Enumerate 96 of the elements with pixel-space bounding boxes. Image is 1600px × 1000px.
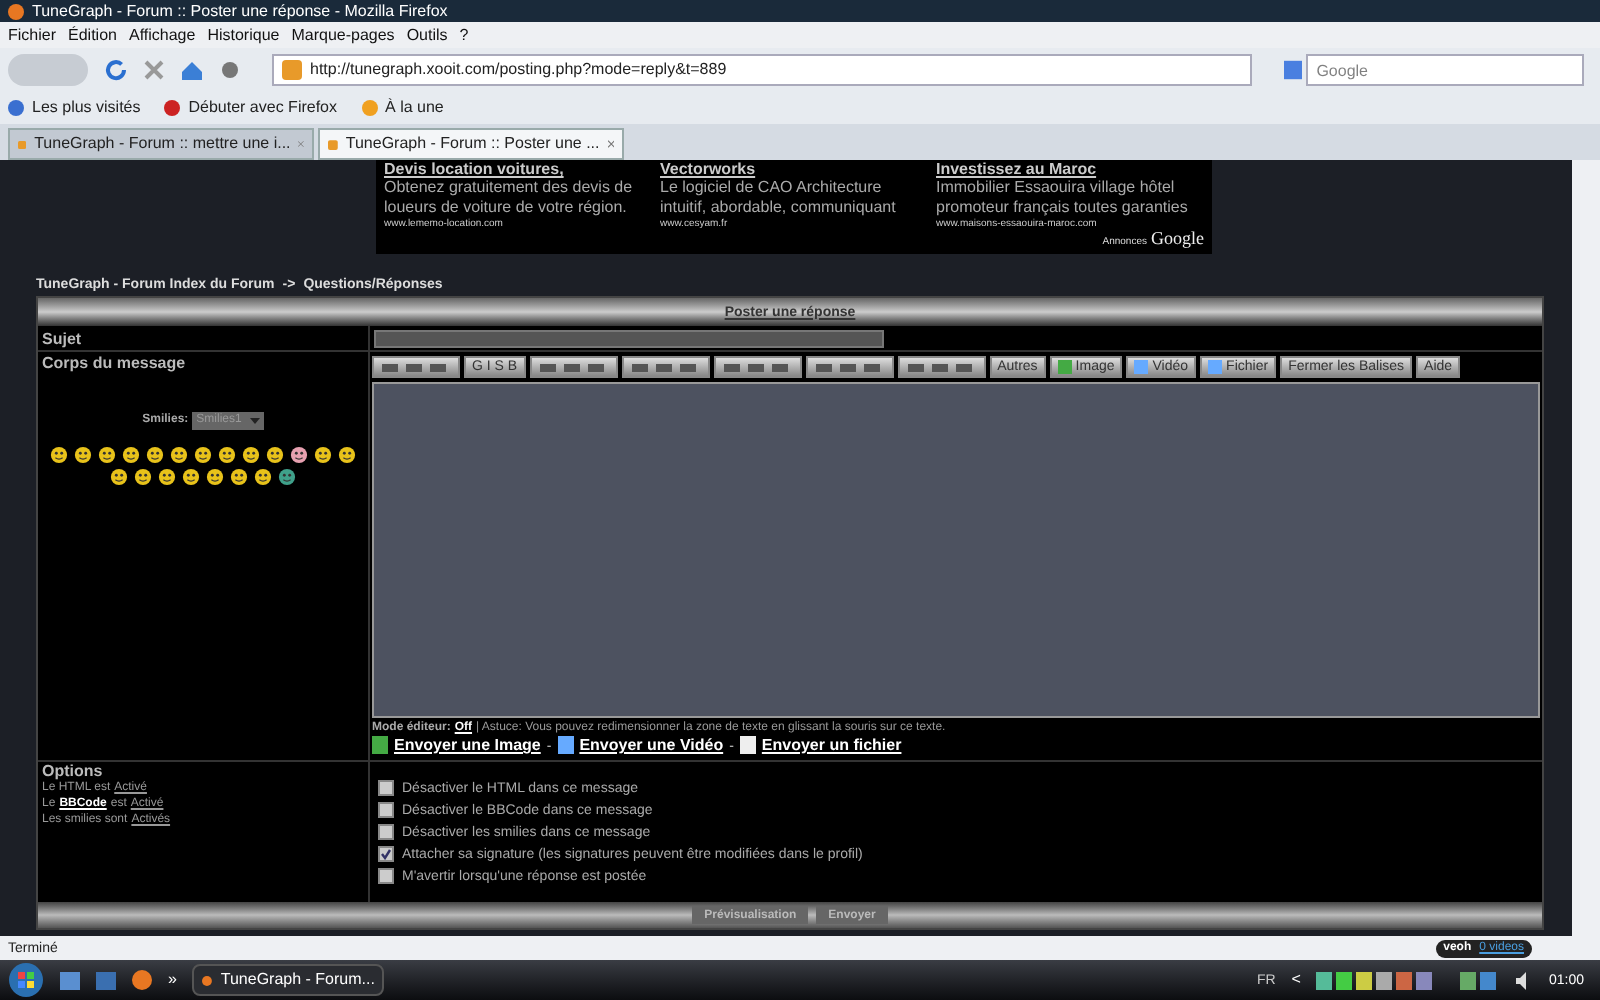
format-button[interactable] bbox=[372, 356, 460, 378]
format-icon bbox=[905, 361, 978, 373]
close-icon bbox=[298, 138, 304, 150]
menu-item[interactable]: Affichage bbox=[128, 27, 196, 43]
dropdown-caret-icon bbox=[249, 418, 260, 424]
ad-text: Immobilier Essaouira village hôtel promoteur français toutes garanties bbox=[936, 178, 1190, 218]
menu-item[interactable]: Historique bbox=[207, 27, 280, 43]
format-button[interactable] bbox=[897, 356, 986, 378]
more-button[interactable]: » bbox=[168, 972, 177, 988]
insert-icon bbox=[1057, 360, 1072, 374]
format-button[interactable] bbox=[621, 356, 710, 378]
upload-link[interactable]: Envoyer une Image bbox=[394, 738, 541, 754]
close-icon bbox=[607, 138, 614, 150]
firefox-icon[interactable] bbox=[132, 970, 152, 990]
smiley-icon[interactable] bbox=[134, 468, 152, 486]
taskbar-button[interactable]: TuneGraph - Forum... bbox=[192, 964, 385, 996]
smiley-icon[interactable] bbox=[74, 446, 92, 464]
format-icon bbox=[380, 361, 452, 373]
smiley-icon[interactable] bbox=[170, 446, 188, 464]
image-icon bbox=[372, 736, 388, 754]
smiley-icon[interactable] bbox=[146, 446, 164, 464]
ad-title[interactable]: Vectorworks bbox=[660, 160, 916, 178]
bookmark-link[interactable]: À la une bbox=[385, 100, 444, 116]
smiley-icon[interactable] bbox=[266, 446, 284, 464]
menu-item[interactable]: Fichier bbox=[8, 27, 57, 43]
format-button[interactable] bbox=[529, 356, 618, 378]
window-title: TuneGraph - Forum :: Poster une réponse - Mozilla Firefox bbox=[32, 3, 448, 19]
bookmark-icon bbox=[361, 100, 378, 116]
show-hidden-icons[interactable]: < bbox=[1291, 972, 1301, 988]
format-icon bbox=[629, 361, 702, 373]
smiley-icon[interactable] bbox=[218, 446, 236, 464]
smiley-icon[interactable] bbox=[254, 468, 272, 486]
site-icon bbox=[328, 135, 338, 153]
window-switch-icon[interactable] bbox=[96, 971, 116, 989]
smiley-icon[interactable] bbox=[242, 446, 260, 464]
options-title: Options bbox=[42, 762, 105, 780]
smiley-icon[interactable] bbox=[182, 468, 200, 486]
ad-text: Le logiciel de CAO Architecture intuitif, abordable, communiquant bbox=[660, 178, 898, 218]
checkbox[interactable] bbox=[378, 802, 394, 818]
search-engine-icon[interactable] bbox=[1284, 60, 1303, 80]
menu-item[interactable]: Marque-pages bbox=[291, 27, 395, 43]
site-icon bbox=[282, 60, 302, 80]
smiley-icon[interactable] bbox=[338, 446, 356, 464]
field-label: Corps du message bbox=[42, 352, 188, 376]
checkbox[interactable] bbox=[378, 868, 394, 884]
firefox-icon bbox=[202, 971, 213, 989]
browser-tab[interactable]: TuneGraph - Forum :: mettre une i... bbox=[8, 128, 314, 160]
firefox-icon bbox=[8, 3, 24, 19]
smiley-icon[interactable] bbox=[206, 468, 224, 486]
reload-icon[interactable] bbox=[104, 58, 128, 82]
ad-text: Obtenez gratuitement des devis de loueurs de voiture de votre région. bbox=[384, 178, 635, 218]
checkbox[interactable] bbox=[378, 846, 394, 862]
message-field[interactable] bbox=[372, 382, 1540, 718]
smiley-icon[interactable] bbox=[230, 468, 248, 486]
field-label: Sujet bbox=[38, 326, 370, 350]
ad-title[interactable]: Devis location voitures, bbox=[384, 160, 640, 178]
ad-title[interactable]: Investissez au Maroc bbox=[936, 160, 1192, 178]
format-button[interactable] bbox=[713, 356, 802, 378]
bookmark-link[interactable]: Débuter avec Firefox bbox=[188, 100, 338, 116]
address-field[interactable]: http://tunegraph.xooit.com/posting.php?mode=reply&t=889 bbox=[272, 54, 1252, 86]
smiley-icon[interactable] bbox=[314, 446, 332, 464]
file-icon bbox=[739, 736, 756, 754]
browser-tab[interactable]: TuneGraph - Forum :: Poster une ... bbox=[318, 128, 624, 160]
bookmark-icon bbox=[8, 100, 24, 116]
smiley-icon[interactable] bbox=[278, 468, 296, 486]
network-icon[interactable] bbox=[1460, 971, 1501, 989]
upload-link[interactable]: Envoyer un fichier bbox=[761, 738, 902, 754]
smiley-icon[interactable] bbox=[50, 446, 68, 464]
smiley-icon[interactable] bbox=[194, 446, 212, 464]
smiley-icon[interactable] bbox=[290, 446, 308, 464]
smiley-icon[interactable] bbox=[158, 468, 176, 486]
bookmark-icon bbox=[164, 100, 181, 116]
check-icon bbox=[380, 848, 392, 860]
home-icon[interactable] bbox=[180, 59, 204, 81]
smiley-icon[interactable] bbox=[122, 446, 140, 464]
format-icon bbox=[813, 361, 886, 373]
menu-item[interactable]: Outils bbox=[406, 27, 448, 43]
video-icon bbox=[557, 736, 574, 754]
start-button[interactable] bbox=[8, 962, 44, 998]
insert-icon bbox=[1134, 360, 1149, 374]
insert-icon bbox=[1208, 360, 1223, 374]
desktop-icon[interactable] bbox=[60, 971, 80, 989]
checkbox[interactable] bbox=[378, 780, 394, 796]
menu-item[interactable]: Édition bbox=[68, 27, 117, 43]
checkbox[interactable] bbox=[378, 824, 394, 840]
upload-link[interactable]: Envoyer une Vidéo bbox=[579, 738, 724, 754]
format-icon bbox=[721, 361, 794, 373]
search-field[interactable]: Google bbox=[1306, 54, 1584, 86]
format-icon bbox=[537, 361, 610, 373]
menu-item[interactable]: ? bbox=[459, 27, 469, 43]
smiley-icon[interactable] bbox=[110, 468, 128, 486]
format-button[interactable] bbox=[805, 356, 894, 378]
smiley-icon[interactable] bbox=[98, 446, 116, 464]
subject-field[interactable] bbox=[374, 329, 884, 347]
bookmark-link[interactable]: Les plus visités bbox=[32, 100, 141, 116]
google-logo[interactable]: Google bbox=[1151, 225, 1204, 252]
